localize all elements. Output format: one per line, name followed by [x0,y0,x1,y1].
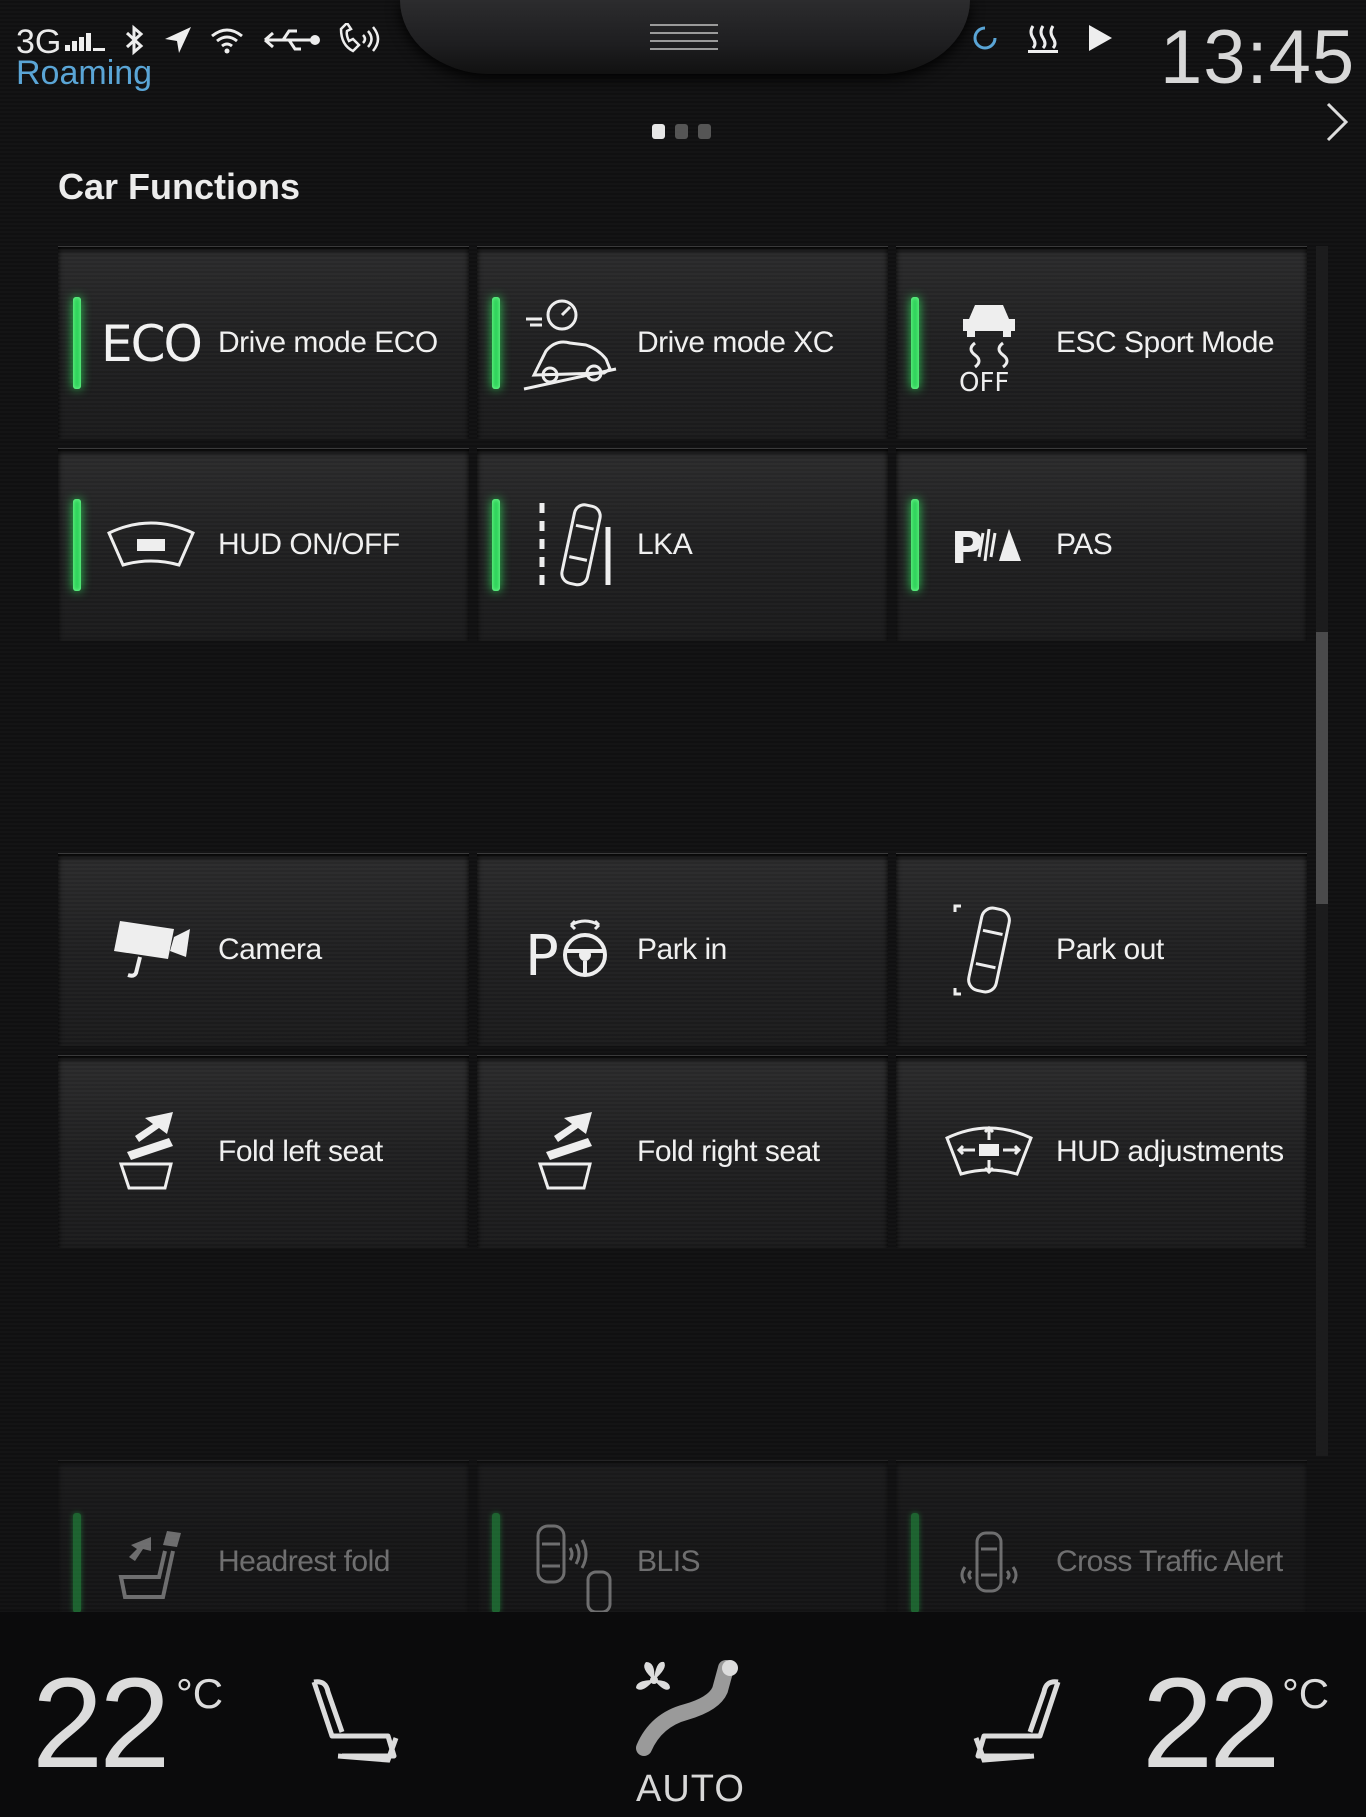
tile-label: Fold left seat [218,1135,383,1168]
page-dot-3[interactable] [698,124,711,139]
camera-icon [96,900,206,1000]
tile-fold-right-seat[interactable]: Fold right seat [477,1055,888,1248]
fan-auto-icon[interactable] [630,1660,750,1765]
tile-cross-traffic-alert[interactable]: Cross Traffic Alert [896,1460,1307,1613]
tile-label: PAS [1056,528,1113,561]
active-indicator [73,499,81,591]
tile-lka[interactable]: LKA [477,448,888,641]
park-out-icon [934,900,1044,1000]
status-right [970,22,1114,59]
blis-icon [515,1517,625,1617]
active-indicator [911,297,919,389]
status-bar: 3G Roaming 13:45 [0,0,1366,110]
tile-label: Park in [637,933,727,966]
play-icon[interactable] [1086,23,1114,58]
handle-grip-icon[interactable] [650,24,718,56]
tile-label: LKA [637,528,693,561]
tile-park-in[interactable]: P Park in [477,853,888,1046]
tile-hud-adjustments[interactable]: HUD adjustments [896,1055,1307,1248]
tile-pas[interactable]: P PAS [896,448,1307,641]
right-seat-heat-icon[interactable] [968,1676,1064,1771]
active-indicator [492,297,500,389]
tile-label: Park out [1056,933,1164,966]
left-temperature[interactable]: 22 [32,1660,170,1788]
rear-defrost-icon [1026,22,1060,59]
cross-traffic-icon [934,1517,1044,1617]
fold-seat-icon [96,1102,206,1202]
svg-text:P: P [951,523,983,573]
tile-label: HUD ON/OFF [218,528,400,561]
active-indicator [911,499,919,591]
scrollbar-thumb[interactable] [1316,632,1328,904]
active-indicator [73,297,81,389]
refresh-icon [970,23,1000,58]
next-page-arrow-icon[interactable] [1324,100,1352,149]
eco-icon: ECO [96,293,206,393]
hud-adjust-icon [934,1102,1044,1202]
tile-label: Drive mode ECO [218,326,438,359]
right-temperature[interactable]: 22 [1142,1660,1280,1788]
phone-handsfree-icon [337,20,389,62]
tile-headrest-fold[interactable]: Headrest fold [58,1460,469,1613]
page-indicator [652,124,711,139]
esc-off-icon: OFF [934,293,1044,393]
svg-text:ECO: ECO [101,315,201,373]
active-indicator [73,1513,81,1613]
tile-esc-sport-mode[interactable]: OFF ESC Sport Mode [896,246,1307,439]
clock: 13:45 [1160,15,1356,100]
tile-label: Camera [218,933,322,966]
active-indicator [492,1513,500,1613]
right-temperature-unit: °C [1282,1670,1330,1717]
active-indicator [492,499,500,591]
tile-drive-mode-xc[interactable]: Drive mode XC [477,246,888,439]
roaming-label: Roaming [16,54,153,92]
location-icon [163,25,193,60]
fold-seat-icon [515,1102,625,1202]
parking-assist-icon: P [934,495,1044,595]
tile-camera[interactable]: Camera [58,853,469,1046]
active-indicator [911,1513,919,1613]
auto-climate-label[interactable]: AUTO [636,1768,745,1811]
left-temperature-unit: °C [176,1670,224,1717]
tile-park-out[interactable]: Park out [896,853,1307,1046]
wifi-icon [209,26,245,59]
page-dot-1[interactable] [652,124,665,139]
tile-blis[interactable]: BLIS [477,1460,888,1613]
page-title: Car Functions [58,166,301,207]
tile-drive-mode-eco[interactable]: ECO Drive mode ECO [58,246,469,439]
svg-text:P: P [525,924,559,985]
tile-hud-on-off[interactable]: HUD ON/OFF [58,448,469,641]
headrest-icon [96,1517,206,1617]
park-in-icon: P [515,900,625,1000]
page-dot-2[interactable] [675,124,688,139]
left-seat-heat-icon[interactable] [308,1676,404,1771]
tile-label: Drive mode XC [637,326,834,359]
lane-keeping-icon [515,495,625,595]
usb-icon [261,27,321,58]
tile-fold-left-seat[interactable]: Fold left seat [58,1055,469,1248]
tile-label: HUD adjustments [1056,1135,1284,1168]
signal-bars-icon [63,29,107,56]
tile-label: ESC Sport Mode [1056,326,1275,359]
tile-label: Fold right seat [637,1135,820,1168]
offroad-car-icon [515,293,625,393]
svg-text:OFF: OFF [959,368,1009,393]
hud-icon [96,495,206,595]
